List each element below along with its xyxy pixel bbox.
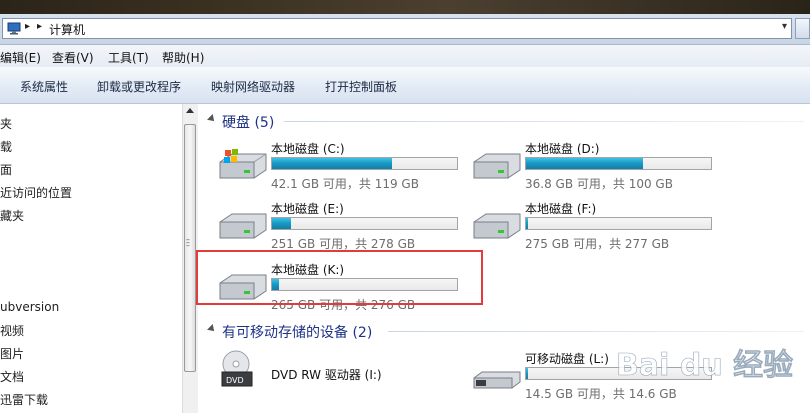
- refresh-button[interactable]: [795, 18, 810, 39]
- dvd-drive-icon: DVD: [221, 350, 253, 387]
- drive-free-space: 36.8 GB 可用，共 100 GB: [525, 177, 673, 191]
- drive-usage-bar: [525, 217, 712, 230]
- usb-drive-icon: [473, 371, 521, 389]
- grip-icon: – – –: [186, 235, 190, 250]
- nav-item-favorites[interactable]: 夹: [0, 115, 12, 132]
- window-top-strip: [0, 0, 810, 14]
- nav-item-videos[interactable]: 视频: [0, 322, 24, 339]
- drive-usage-fill: [272, 218, 291, 229]
- breadcrumb-computer[interactable]: 计算机: [49, 21, 85, 38]
- nav-item-subversion[interactable]: ubversion: [0, 300, 59, 314]
- drive-usage-bar: [271, 217, 458, 230]
- group-divider: [284, 121, 804, 122]
- address-bar[interactable]: ▸ ▸ 计算机 ▾: [2, 18, 792, 39]
- hard-drive-icon: [473, 153, 521, 179]
- drive-free-space: 42.1 GB 可用，共 119 GB: [271, 177, 419, 191]
- address-bar-row: ▸ ▸ 计算机 ▾: [0, 14, 810, 45]
- dvd-label: DVD: [226, 376, 244, 385]
- collapse-triangle-icon[interactable]: [207, 114, 217, 124]
- open-control-panel-button[interactable]: 打开控制面板: [325, 78, 397, 95]
- group-removable-storage[interactable]: 有可移动存储的设备 (2): [222, 322, 372, 342]
- drive-name: 可移动磁盘 (L:): [525, 352, 609, 366]
- menu-view[interactable]: 查看(V): [52, 49, 94, 66]
- drive-usage-fill: [526, 218, 528, 229]
- menu-tools[interactable]: 工具(T): [108, 49, 149, 66]
- drive-k-highlight-box: [196, 250, 483, 305]
- drive-name: 本地磁盘 (C:): [271, 142, 345, 156]
- menu-bar: 编辑(E) 查看(V) 工具(T) 帮助(H): [0, 45, 810, 68]
- drive-name: 本地磁盘 (E:): [271, 202, 344, 216]
- uninstall-program-button[interactable]: 卸载或更改程序: [97, 78, 181, 95]
- drive-usage-fill: [526, 158, 643, 169]
- menu-edit[interactable]: 编辑(E): [0, 49, 41, 66]
- nav-item-recent-places[interactable]: 近访问的位置: [0, 184, 72, 201]
- menu-help[interactable]: 帮助(H): [162, 49, 204, 66]
- drive-usage-fill: [272, 158, 393, 169]
- nav-item-pictures[interactable]: 图片: [0, 345, 24, 362]
- map-network-drive-button[interactable]: 映射网络驱动器: [211, 78, 295, 95]
- nav-item-xunlei-downloads[interactable]: 迅雷下载: [0, 391, 48, 408]
- drive-usage-bar: [525, 157, 712, 170]
- navigation-pane: 夹 载 面 近访问的位置 藏夹 ubversion 视频 图片 文档 迅雷下载: [0, 104, 182, 413]
- drive-usage-bar: [271, 157, 458, 170]
- breadcrumb-arrow-icon[interactable]: ▸: [37, 21, 42, 32]
- address-dropdown-icon[interactable]: ▾: [782, 21, 787, 32]
- system-properties-button[interactable]: 系统属性: [20, 78, 68, 95]
- nav-item-documents[interactable]: 文档: [0, 368, 24, 385]
- drive-name: 本地磁盘 (D:): [525, 142, 600, 156]
- nav-item-desktop[interactable]: 面: [0, 161, 12, 178]
- breadcrumb-arrow-icon[interactable]: ▸: [25, 21, 30, 32]
- baidu-watermark-logo: Bai du 经验: [616, 348, 794, 384]
- group-divider: [388, 331, 804, 332]
- collapse-triangle-icon[interactable]: [207, 324, 217, 334]
- nav-item-downloads[interactable]: 载: [0, 138, 12, 155]
- scroll-up-icon[interactable]: [186, 108, 194, 113]
- drive-name: DVD RW 驱动器 (I:): [271, 368, 382, 382]
- nav-item-collections[interactable]: 藏夹: [0, 207, 24, 224]
- computer-icon: [7, 22, 21, 35]
- hard-drive-icon: [219, 213, 267, 239]
- drive-name: 本地磁盘 (F:): [525, 202, 597, 216]
- group-hard-disks[interactable]: 硬盘 (5): [222, 112, 274, 132]
- windows-drive-icon: [219, 149, 267, 179]
- command-toolbar: 系统属性 卸载或更改程序 映射网络驱动器 打开控制面板: [0, 67, 810, 104]
- watermark-text: Bai du 经验: [616, 348, 793, 383]
- drive-usage-fill: [526, 368, 528, 379]
- hard-drive-icon: [473, 213, 521, 239]
- drive-free-space: 275 GB 可用，共 277 GB: [525, 237, 670, 251]
